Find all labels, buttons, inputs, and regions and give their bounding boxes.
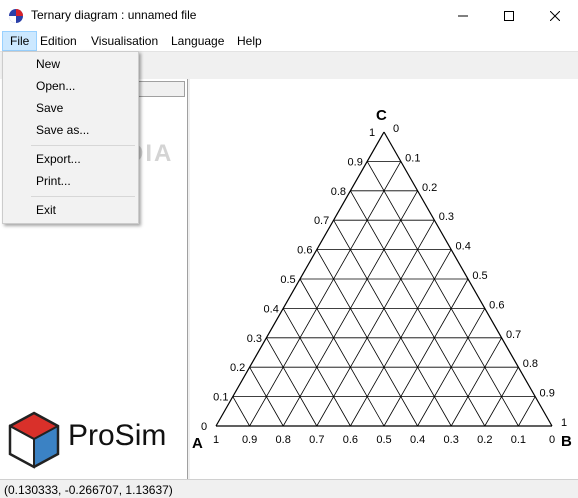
menu-export[interactable]: Export... (36, 152, 81, 166)
bottom-tick-label: 0.2 (477, 434, 492, 446)
grid-line (316, 220, 435, 427)
ternary-diagram[interactable]: 1000.90.10.10.80.20.20.70.30.30.60.40.40… (190, 79, 578, 479)
window-title: Ternary diagram : unnamed file (31, 8, 197, 22)
grid-line (450, 337, 502, 427)
grid-line (333, 220, 452, 427)
left-tick-label: 0.8 (331, 186, 346, 198)
left-tick-label: 0.2 (230, 362, 245, 374)
close-icon (550, 10, 560, 21)
bottom-tick-label: 0.1 (511, 434, 526, 446)
left-tick-label: 0.1 (213, 392, 228, 404)
menu-separator (31, 145, 135, 146)
bottom-tick-label: 0.8 (276, 434, 291, 446)
menu-new[interactable]: New (36, 57, 60, 71)
bottom-tick-label: 1 (213, 434, 219, 446)
vertex-a-label: A (192, 435, 203, 452)
left-tick-label: 0.6 (297, 245, 312, 257)
menu-visualisation[interactable]: Visualisation (84, 31, 165, 51)
left-tick-label: 0.7 (314, 215, 329, 227)
right-tick-label: 0.8 (523, 358, 538, 370)
left-tick-label: 0.9 (348, 156, 363, 168)
left-tick-label: 0.4 (264, 303, 279, 315)
menu-save-as[interactable]: Save as... (36, 123, 89, 137)
minimize-icon (458, 15, 468, 16)
grid-line (383, 278, 469, 427)
menu-save[interactable]: Save (36, 101, 63, 115)
right-tick-label: 0.5 (472, 270, 487, 282)
right-tick-label: 1 (561, 417, 567, 429)
maximize-button[interactable] (486, 0, 532, 31)
bottom-tick-label: 0.6 (343, 434, 358, 446)
prosim-logo-text: ProSim (68, 419, 167, 452)
right-tick-label: 0.6 (489, 299, 504, 311)
menu-help[interactable]: Help (230, 31, 269, 51)
bottom-tick-label: 0.7 (309, 434, 324, 446)
grid-line (249, 161, 402, 427)
grid-line (366, 161, 519, 427)
bottom-tick-label: 0.3 (444, 434, 459, 446)
status-bar: (0.130333, -0.266707, 1.13637) (0, 479, 578, 498)
grid-line (299, 278, 385, 427)
left-tick-label: 0 (201, 421, 207, 433)
status-coordinates: (0.130333, -0.266707, 1.13637) (4, 483, 173, 497)
bottom-tick-label: 0 (549, 434, 555, 446)
bottom-tick-label: 0.4 (410, 434, 425, 446)
app-icon (9, 9, 23, 23)
file-menu-dropdown: New Open... Save Save as... Export... Pr… (2, 51, 139, 224)
right-tick-label: 0.7 (506, 329, 521, 341)
maximize-icon (504, 10, 514, 21)
vertex-b-label: B (561, 433, 572, 450)
left-tick-label: 0.5 (280, 274, 295, 286)
menu-exit[interactable]: Exit (36, 203, 56, 217)
right-tick-label: 0.1 (405, 152, 420, 164)
right-tick-label: 0.3 (439, 211, 454, 223)
right-tick-label: 0.2 (422, 182, 437, 194)
vertex-c-label: C (376, 107, 387, 124)
bottom-tick-label: 0.9 (242, 434, 257, 446)
grid-line (518, 396, 536, 427)
right-tick-label: 0.4 (456, 241, 471, 253)
bottom-tick-label: 0.5 (376, 434, 391, 446)
prosim-logo-icon (8, 411, 60, 469)
right-tick-label: 0.9 (540, 388, 555, 400)
menu-separator (31, 196, 135, 197)
menu-bar: File Edition Visualisation Language Help (0, 31, 578, 52)
left-tick-label: 0.3 (247, 333, 262, 345)
menu-edition[interactable]: Edition (33, 31, 84, 51)
close-button[interactable] (532, 0, 578, 31)
right-tick-label: 0 (393, 123, 399, 135)
menu-print[interactable]: Print... (36, 174, 71, 188)
menu-open[interactable]: Open... (36, 79, 75, 93)
grid-line (232, 396, 250, 427)
grid-line (266, 337, 318, 427)
diagram-canvas[interactable]: 1 0 0 0.9 0.1 0.1 0.8 0.2 0.2 0.7 0.3 0.3 0.6 0.4 0.4 0… (190, 79, 578, 479)
left-tick-label: 1 (369, 127, 375, 139)
title-bar: Ternary diagram : unnamed file (0, 0, 578, 31)
minimize-button[interactable] (440, 0, 486, 31)
menu-language[interactable]: Language (164, 31, 231, 51)
